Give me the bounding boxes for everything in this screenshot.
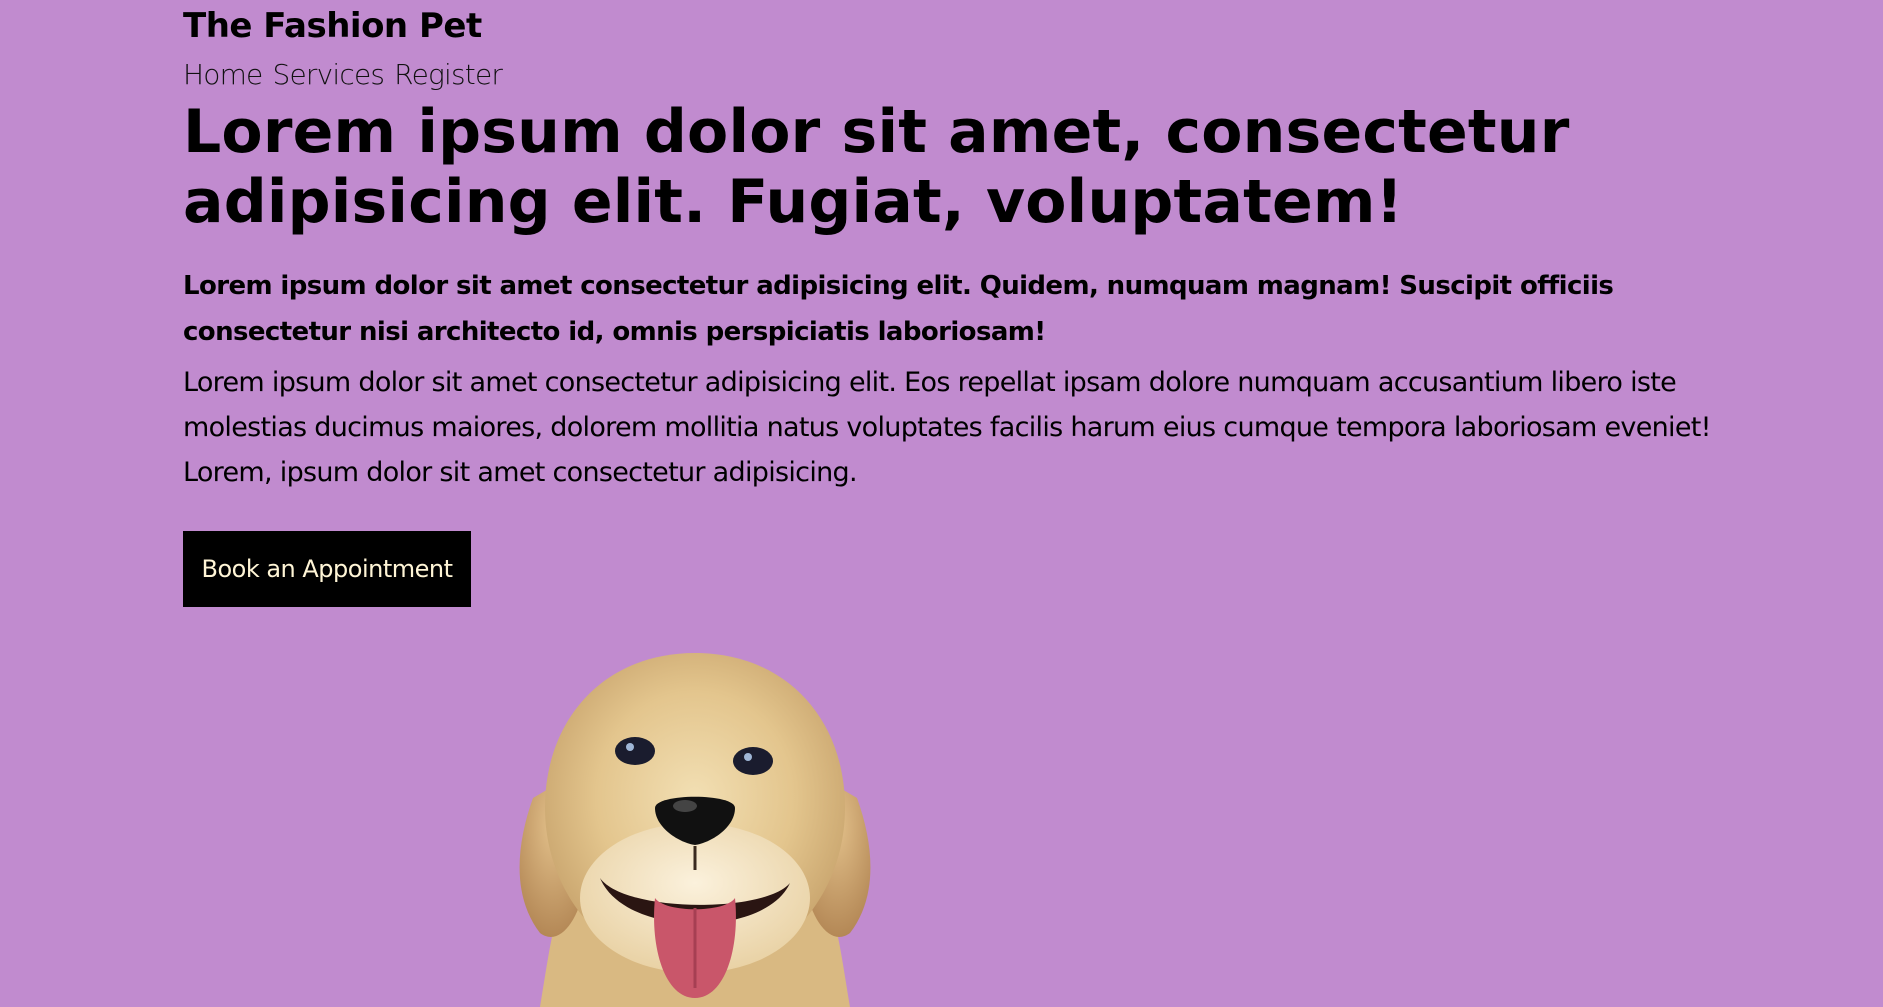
nav-home-link[interactable]: Home: [183, 57, 263, 93]
nav-services-link[interactable]: Services: [273, 57, 385, 93]
hero-section: The Fashion Pet Home Services Register L…: [183, 0, 1723, 607]
page: The Fashion Pet Home Services Register L…: [0, 0, 1883, 1007]
hero-body-text: Lorem ipsum dolor sit amet consectetur a…: [183, 367, 1711, 488]
nav-register-link[interactable]: Register: [394, 57, 503, 93]
main-nav: Home Services Register: [183, 57, 1723, 93]
puppy-image: [519, 653, 871, 1007]
hero-lead-text: Lorem ipsum dolor sit amet consectetur a…: [183, 271, 1614, 347]
book-appointment-button[interactable]: Book an Appointment: [183, 531, 471, 607]
hero-headline: Lorem ipsum dolor sit amet, consectetur …: [183, 97, 1570, 237]
brand-title: The Fashion Pet: [183, 6, 482, 46]
